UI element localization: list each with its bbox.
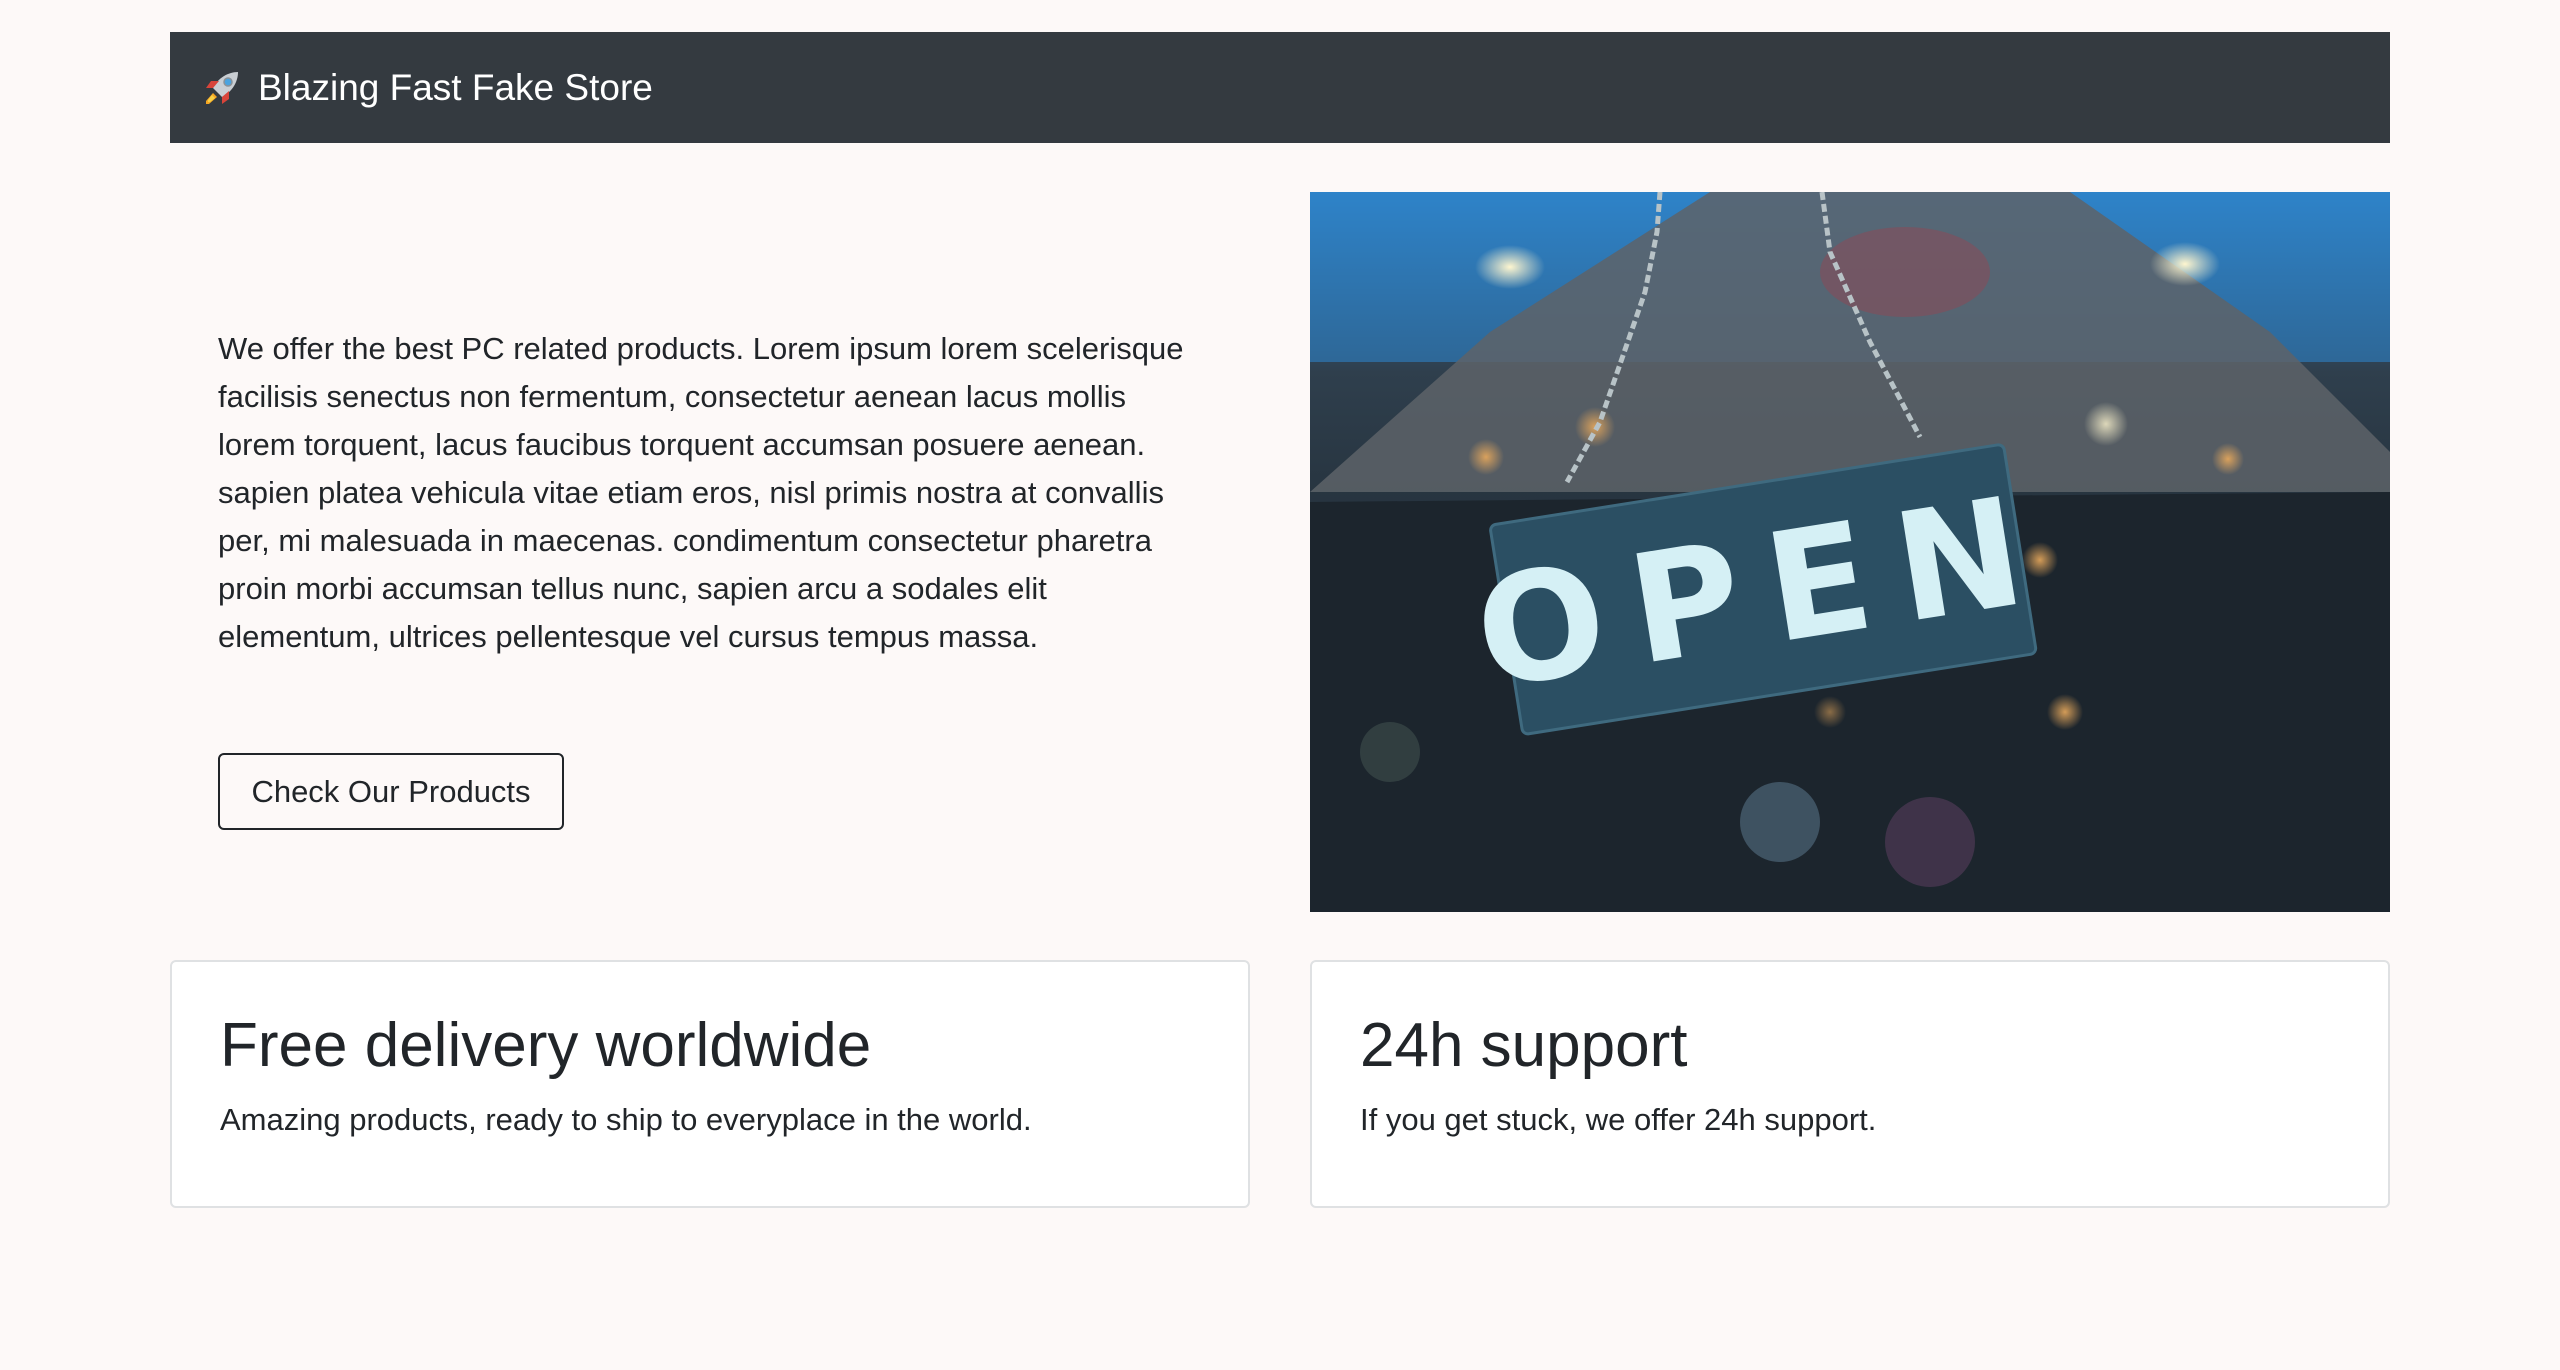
hero-description: We offer the best PC related products. L… xyxy=(218,331,1184,654)
feature-title: 24h support xyxy=(1360,1011,1688,1080)
rocket-icon xyxy=(200,66,244,110)
navbar: Blazing Fast Fake Store xyxy=(170,32,2390,143)
hero-section: We offer the best PC related products. L… xyxy=(218,325,1198,661)
feature-card-delivery: Free delivery worldwide Amazing products… xyxy=(170,960,1250,1208)
feature-card-support: 24h support If you get stuck, we offer 2… xyxy=(1310,960,2390,1208)
open-sign-image: OPEN xyxy=(1310,192,2390,912)
brand-title: Blazing Fast Fake Store xyxy=(258,66,653,108)
brand-link[interactable]: Blazing Fast Fake Store xyxy=(200,66,653,110)
feature-text: If you get stuck, we offer 24h support. xyxy=(1360,1102,1877,1138)
feature-title: Free delivery worldwide xyxy=(220,1011,872,1080)
feature-text: Amazing products, ready to ship to every… xyxy=(220,1102,1032,1138)
check-products-button[interactable]: Check Our Products xyxy=(218,753,564,830)
